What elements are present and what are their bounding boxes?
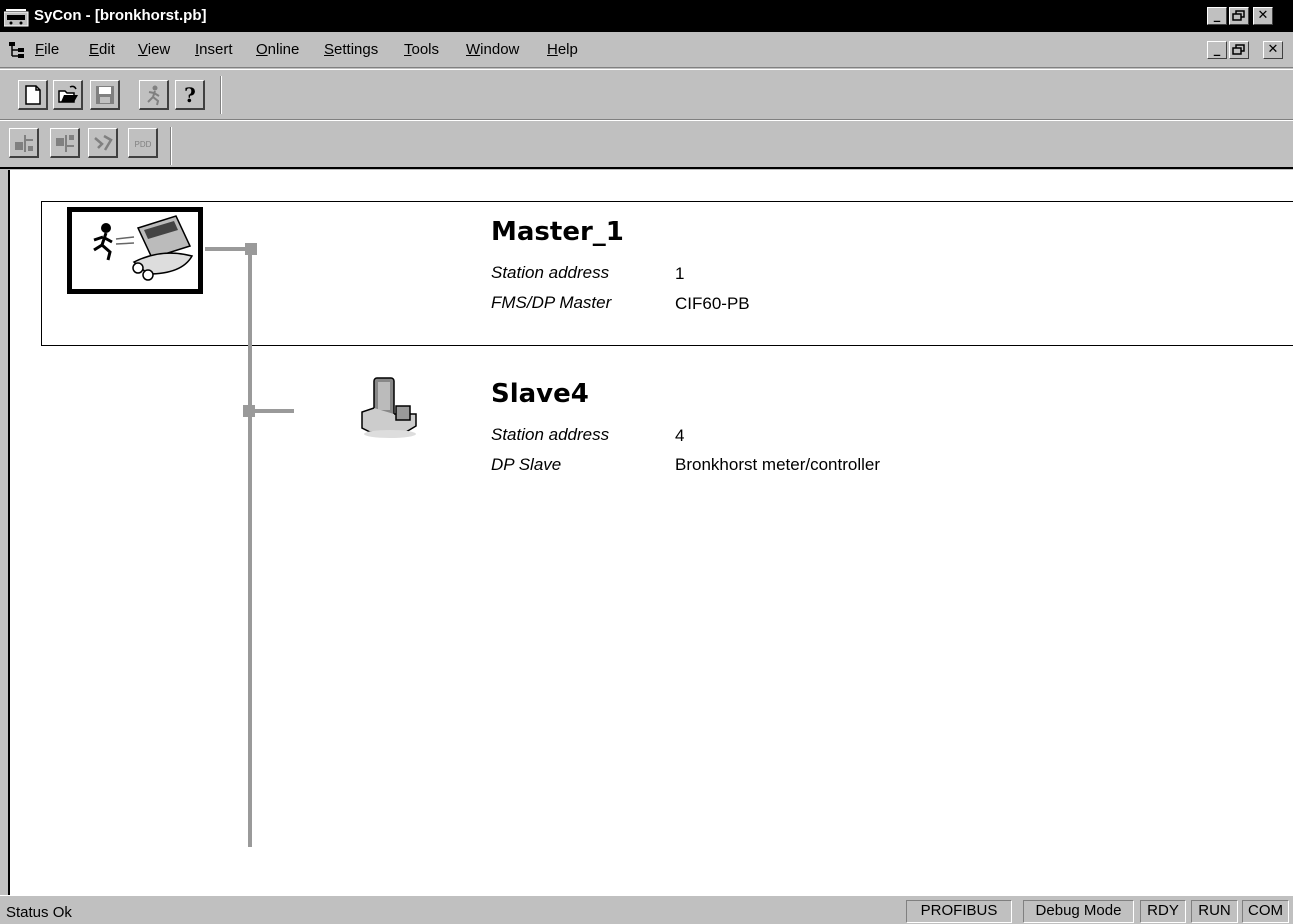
slave-type-label: DP Slave xyxy=(491,455,562,474)
profibus-line[interactable] xyxy=(248,249,252,847)
menu-online[interactable]: Online xyxy=(256,41,299,59)
new-file-button[interactable] xyxy=(18,80,48,110)
insert-slave-icon xyxy=(56,135,74,152)
status-pane-rdy: RDY xyxy=(1140,900,1186,923)
gsd-file-button[interactable]: PDD xyxy=(128,128,158,158)
restore-icon xyxy=(1232,44,1245,55)
save-disk-icon xyxy=(96,86,114,104)
status-pane-fieldbus: PROFIBUS xyxy=(906,900,1012,923)
menu-insert[interactable]: Insert xyxy=(195,41,233,59)
svg-text:PDD: PDD xyxy=(135,140,152,149)
menu-help[interactable]: Help xyxy=(547,41,578,59)
master-address-value: 1 xyxy=(675,264,685,283)
network-view[interactable]: Master_1 Station address 1 FMS/DP Master… xyxy=(8,170,1293,895)
status-pane-run: RUN xyxy=(1191,900,1238,923)
status-pane-mode: Debug Mode xyxy=(1023,900,1134,923)
gsd-file-icon: PDD xyxy=(135,140,152,149)
standard-toolbar: ? xyxy=(0,69,1293,120)
open-folder-icon xyxy=(58,85,78,103)
slave-device-icon[interactable] xyxy=(360,374,422,442)
diagnostic-button[interactable] xyxy=(139,80,169,110)
menu-tools[interactable]: Tools xyxy=(404,41,439,59)
help-question-icon: ? xyxy=(184,84,196,106)
slave-name: Slave4 xyxy=(491,379,589,409)
slave-address-value: 4 xyxy=(675,426,685,445)
master-device-image[interactable] xyxy=(67,207,203,294)
doc-minimize-button[interactable]: _ xyxy=(1207,41,1227,59)
insert-slave-button[interactable] xyxy=(50,128,80,158)
open-file-button[interactable] xyxy=(53,80,83,110)
window-title: SyCon - [bronkhorst.pb] xyxy=(34,7,207,24)
restore-icon xyxy=(1232,10,1245,21)
insert-master-button[interactable] xyxy=(9,128,39,158)
menu-edit[interactable]: Edit xyxy=(89,41,115,59)
document-tree-icon[interactable] xyxy=(8,41,26,59)
slave-bus-link xyxy=(252,409,294,413)
help-button[interactable]: ? xyxy=(175,80,205,110)
status-message: Status Ok xyxy=(6,904,72,921)
replace-device-button[interactable] xyxy=(88,128,118,158)
slave-address-label: Station address xyxy=(491,425,610,444)
save-file-button[interactable] xyxy=(90,80,120,110)
toolbar-separator xyxy=(170,127,172,165)
menu-bar: File Edit View Insert Online Settings To… xyxy=(0,32,1293,68)
menu-view[interactable]: View xyxy=(138,41,170,59)
slave-type-value: Bronkhorst meter/controller xyxy=(675,455,881,474)
status-bar: Status Ok PROFIBUS Debug Mode RDY RUN CO… xyxy=(0,895,1293,924)
sycon-app-icon[interactable] xyxy=(4,8,30,28)
toolbar-separator xyxy=(220,76,222,114)
title-bar: SyCon - [bronkhorst.pb] _ ✕ xyxy=(0,0,1293,32)
status-pane-com: COM xyxy=(1242,900,1289,923)
app-restore-button[interactable] xyxy=(1229,7,1249,25)
app-minimize-button[interactable]: _ xyxy=(1207,7,1227,25)
menu-window[interactable]: Window xyxy=(466,41,519,59)
network-toolbar: PDD xyxy=(0,120,1293,169)
menu-settings[interactable]: Settings xyxy=(324,41,378,59)
new-file-icon xyxy=(25,85,41,105)
master-device-frame[interactable] xyxy=(41,201,1293,346)
insert-master-icon xyxy=(15,135,33,152)
running-man-icon xyxy=(147,85,160,106)
menu-file[interactable]: File xyxy=(35,41,59,59)
app-close-button[interactable]: ✕ xyxy=(1253,7,1273,25)
master-type-label: FMS/DP Master xyxy=(491,293,612,312)
doc-close-button[interactable]: ✕ xyxy=(1263,41,1283,59)
doc-restore-button[interactable] xyxy=(1229,41,1249,59)
master-name: Master_1 xyxy=(491,217,624,247)
svg-text:?: ? xyxy=(184,84,196,106)
master-device-icon xyxy=(93,215,194,281)
master-type-value: CIF60-PB xyxy=(675,294,750,313)
replace-device-icon xyxy=(94,134,113,151)
master-address-label: Station address xyxy=(491,263,610,282)
